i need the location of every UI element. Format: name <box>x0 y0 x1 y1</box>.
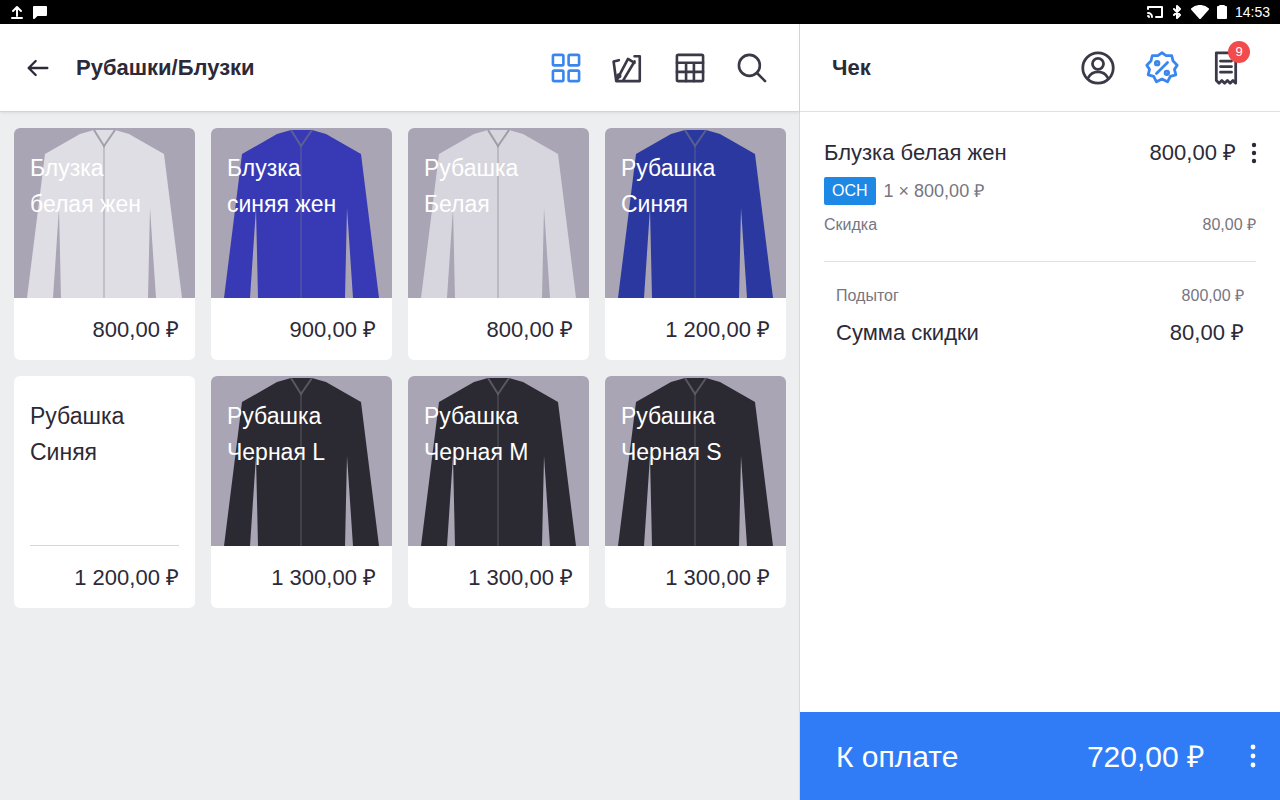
total-label: Подытог <box>836 284 1182 308</box>
product-price: 1 300,00 ₽ <box>408 546 589 608</box>
total-row: Подытог800,00 ₽ <box>836 284 1244 308</box>
receipt-toolbar: 9 <box>1066 45 1258 91</box>
receipt-item[interactable]: Блузка белая жен800,00 ₽ ОСН 1 × 800,00 ₽ С… <box>800 112 1280 262</box>
item-discount-line: Скидка80,00 ₽ <box>824 213 1256 261</box>
receipt-title: Чек <box>832 51 871 84</box>
product-photo: Рубашка Черная L <box>211 376 392 546</box>
product-name: Блузка синяя жен <box>211 128 361 222</box>
product-tile[interactable]: Рубашка Черная S 1 300,00 ₽ <box>605 376 786 608</box>
item-quantity: 1 × 800,00 ₽ <box>884 178 985 205</box>
status-left <box>10 5 48 19</box>
view-tool-button[interactable] <box>605 45 651 91</box>
product-name: Рубашка Черная S <box>605 376 755 470</box>
divider <box>30 545 179 546</box>
table-view-icon <box>673 51 707 85</box>
product-price: 1 300,00 ₽ <box>211 546 392 608</box>
product-name: Рубашка Белая <box>408 128 558 222</box>
status-bar: 14:53 <box>0 0 1280 24</box>
battery-icon <box>1217 5 1227 19</box>
pay-label: К оплате <box>836 734 958 779</box>
product-photo: Рубашка Синяя <box>605 128 786 298</box>
view-tool-button[interactable] <box>543 45 589 91</box>
product-grid: Блузка белая жен 800,00 ₽ Блузка синяя жен… <box>0 112 799 624</box>
search-icon <box>735 51 769 85</box>
status-right: 14:53 <box>1147 2 1270 23</box>
kebab-icon[interactable] <box>1250 743 1256 769</box>
message-icon <box>32 5 48 19</box>
total-label: Сумма скидки <box>836 316 1170 349</box>
product-price: 900,00 ₽ <box>211 298 392 360</box>
catalog-header: Рубашки/Блузки <box>0 24 799 112</box>
product-name: Рубашка Синяя <box>14 376 164 470</box>
product-price: 1 300,00 ₽ <box>605 546 786 608</box>
clock: 14:53 <box>1235 2 1270 23</box>
product-tile[interactable]: Рубашка Белая 800,00 ₽ <box>408 128 589 360</box>
view-tool-button[interactable] <box>729 45 775 91</box>
cast-icon <box>1147 5 1163 19</box>
product-photo: Блузка синяя жен <box>211 128 392 298</box>
receipt-tool-button[interactable] <box>1066 45 1130 91</box>
total-value: 800,00 ₽ <box>1182 284 1244 308</box>
customer-icon <box>1080 50 1116 86</box>
count-badge: 9 <box>1228 41 1250 63</box>
product-name: Блузка белая жен <box>14 128 164 222</box>
item-price: 800,00 ₽ <box>1150 136 1236 169</box>
product-price: 1 200,00 ₽ <box>605 298 786 360</box>
pay-amount: 720,00 ₽ <box>1087 734 1204 779</box>
view-toolbar <box>543 45 775 91</box>
item-name: Блузка белая жен <box>824 136 1142 169</box>
product-price: 1 200,00 ₽ <box>14 546 195 608</box>
product-photo: Блузка белая жен <box>14 128 195 298</box>
total-row: Сумма скидки80,00 ₽ <box>836 316 1244 349</box>
product-name: Рубашка Черная L <box>211 376 361 470</box>
catalog-title: Рубашки/Блузки <box>76 51 255 84</box>
receipt-tool-button[interactable] <box>1130 45 1194 91</box>
product-tile[interactable]: Рубашка Синяя 1 200,00 ₽ <box>605 128 786 360</box>
discount-icon <box>1144 50 1180 86</box>
product-tile[interactable]: Блузка синяя жен 900,00 ₽ <box>211 128 392 360</box>
palette-icon <box>611 51 645 85</box>
product-label-area: Рубашка Синяя <box>14 376 195 545</box>
total-value: 80,00 ₽ <box>1170 316 1244 349</box>
product-photo: Рубашка Черная M <box>408 376 589 546</box>
receipt-body: Блузка белая жен800,00 ₽ОСН1 × 800,00 ₽С… <box>800 112 1280 712</box>
product-tile[interactable]: Блузка белая жен 800,00 ₽ <box>14 128 195 360</box>
catalog-panel: Рубашки/Блузки Блузка белая жен800,00 ₽Б… <box>0 24 800 800</box>
product-name: Рубашка Черная M <box>408 376 558 470</box>
grid-view-icon <box>549 51 583 85</box>
product-tile[interactable]: Рубашка Черная L 1 300,00 ₽ <box>211 376 392 608</box>
receipt-tool-button[interactable]: 9 <box>1194 45 1258 91</box>
tax-tag: ОСН <box>824 177 876 205</box>
back-arrow-icon[interactable] <box>24 54 52 82</box>
divider <box>824 261 1256 262</box>
kebab-icon <box>1251 141 1257 165</box>
product-photo: Рубашка Черная S <box>605 376 786 546</box>
product-price: 800,00 ₽ <box>408 298 589 360</box>
product-tile[interactable]: Рубашка Синяя 1 200,00 ₽ <box>14 376 195 608</box>
discount-value: 80,00 ₽ <box>1203 213 1256 237</box>
totals: Подытог800,00 ₽ Сумма скидки80,00 ₽ <box>800 262 1280 349</box>
receipt-panel: Чек9 Блузка белая жен800,00 ₽ОСН1 × 800,… <box>800 24 1280 800</box>
item-qty-line: ОСН 1 × 800,00 ₽ <box>824 177 1264 205</box>
bluetooth-icon <box>1171 5 1183 19</box>
receipt-header: Чек 9 <box>800 24 1280 112</box>
item-menu-button[interactable] <box>1244 141 1264 165</box>
product-name: Рубашка Синяя <box>605 128 755 222</box>
discount-label: Скидка <box>824 213 1203 237</box>
item-line: Блузка белая жен800,00 ₽ <box>824 136 1264 169</box>
pay-button[interactable]: К оплате 720,00 ₽ <box>800 712 1280 800</box>
wifi-icon <box>1191 5 1209 19</box>
upload-icon <box>10 5 24 19</box>
product-photo: Рубашка Белая <box>408 128 589 298</box>
view-tool-button[interactable] <box>667 45 713 91</box>
product-price: 800,00 ₽ <box>14 298 195 360</box>
product-tile[interactable]: Рубашка Черная M 1 300,00 ₽ <box>408 376 589 608</box>
